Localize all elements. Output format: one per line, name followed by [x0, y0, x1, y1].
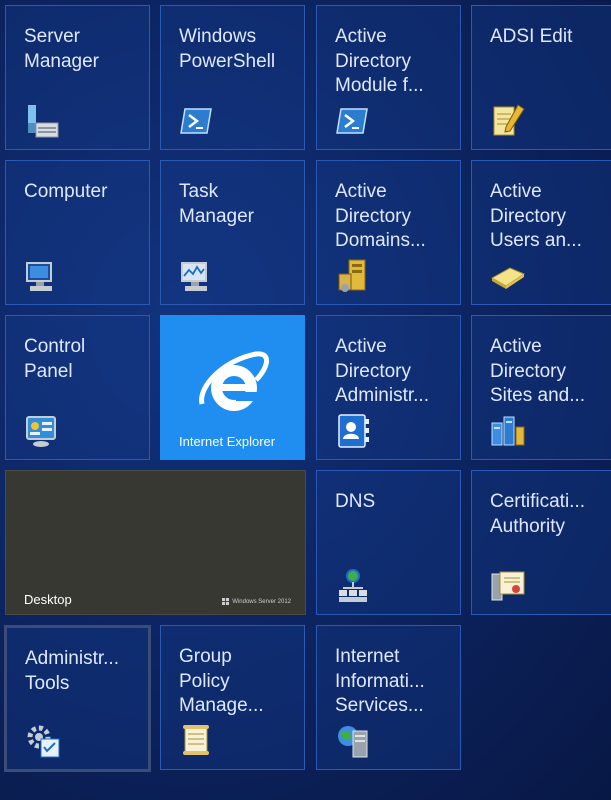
contact-card-icon — [338, 414, 369, 448]
tile-label: Internet Informati... Services... — [335, 646, 425, 716]
tile-label: Control Panel — [24, 336, 86, 382]
admin-tools-icon — [27, 725, 60, 758]
tile-dns[interactable]: DNS — [316, 470, 461, 615]
tile-label: Active Directory Administr... — [335, 336, 429, 406]
tile-ad-admin-center[interactable]: Active Directory Administr... — [316, 315, 461, 460]
tile-certification-authority[interactable]: Certificati... Authority — [471, 470, 611, 615]
tile-label: DNS — [335, 491, 376, 512]
tile-label: Desktop — [24, 592, 72, 607]
tile-label: Active Directory Domains... — [335, 181, 426, 251]
tile-adsi-edit[interactable]: ADSI Edit — [471, 5, 611, 150]
task-manager-icon — [181, 262, 207, 291]
tile-internet-explorer[interactable]: Internet Explorer — [160, 315, 305, 460]
tile-label: Task Manager — [179, 181, 254, 227]
tile-label: Windows PowerShell — [179, 26, 276, 72]
tile-label: ADSI Edit — [490, 26, 573, 47]
control-panel-icon — [26, 416, 56, 447]
tile-task-manager[interactable]: Task Manager — [160, 160, 305, 305]
server-manager-icon — [28, 105, 59, 138]
windows-logo-icon — [222, 598, 230, 605]
tile-label: Internet Explorer — [179, 434, 276, 449]
tile-label: Active Directory Module f... — [335, 26, 424, 96]
tile-ad-module[interactable]: Active Directory Module f... — [316, 5, 461, 150]
dns-icon — [339, 569, 367, 602]
tile-label: Active Directory Sites and... — [490, 336, 586, 406]
windows-server-brand: Windows Server 2012 — [222, 598, 291, 605]
iis-icon — [338, 726, 368, 758]
tile-label: Group Policy Manage... — [179, 646, 264, 716]
tile-ad-sites[interactable]: Active Directory Sites and... — [471, 315, 611, 460]
powershell-icon — [336, 108, 368, 134]
tile-computer[interactable]: Computer — [5, 160, 150, 305]
address-book-icon — [490, 267, 526, 289]
tile-control-panel[interactable]: Control Panel — [5, 315, 150, 460]
tile-label: Active Directory Users an... — [490, 181, 582, 251]
powershell-icon — [180, 108, 212, 134]
tile-ad-users[interactable]: Active Directory Users an... — [471, 160, 611, 305]
tile-iis-manager[interactable]: Internet Informati... Services... — [316, 625, 461, 770]
tile-label: Certificati... Authority — [490, 491, 586, 537]
internet-explorer-icon — [199, 351, 269, 411]
tile-group-policy[interactable]: Group Policy Manage... — [160, 625, 305, 770]
tile-label: Administr... Tools — [25, 648, 119, 694]
notepad-pencil-icon — [493, 104, 525, 136]
tile-server-manager[interactable]: Server Manager — [5, 5, 150, 150]
certificate-icon — [491, 571, 525, 601]
ad-sites-icon — [491, 416, 525, 446]
tile-ad-domains[interactable]: Active Directory Domains... — [316, 160, 461, 305]
computer-icon — [26, 262, 52, 291]
brand-text: Windows Server 2012 — [232, 598, 291, 605]
tile-desktop[interactable]: Desktop Windows Server 2012 — [5, 470, 306, 615]
tile-administrative-tools[interactable]: Administr... Tools — [4, 625, 151, 772]
scroll-icon — [183, 725, 209, 755]
ad-domains-icon — [338, 259, 366, 292]
tile-windows-powershell[interactable]: Windows PowerShell — [160, 5, 305, 150]
tile-label: Server Manager — [24, 26, 99, 72]
tile-label: Computer — [24, 181, 108, 202]
